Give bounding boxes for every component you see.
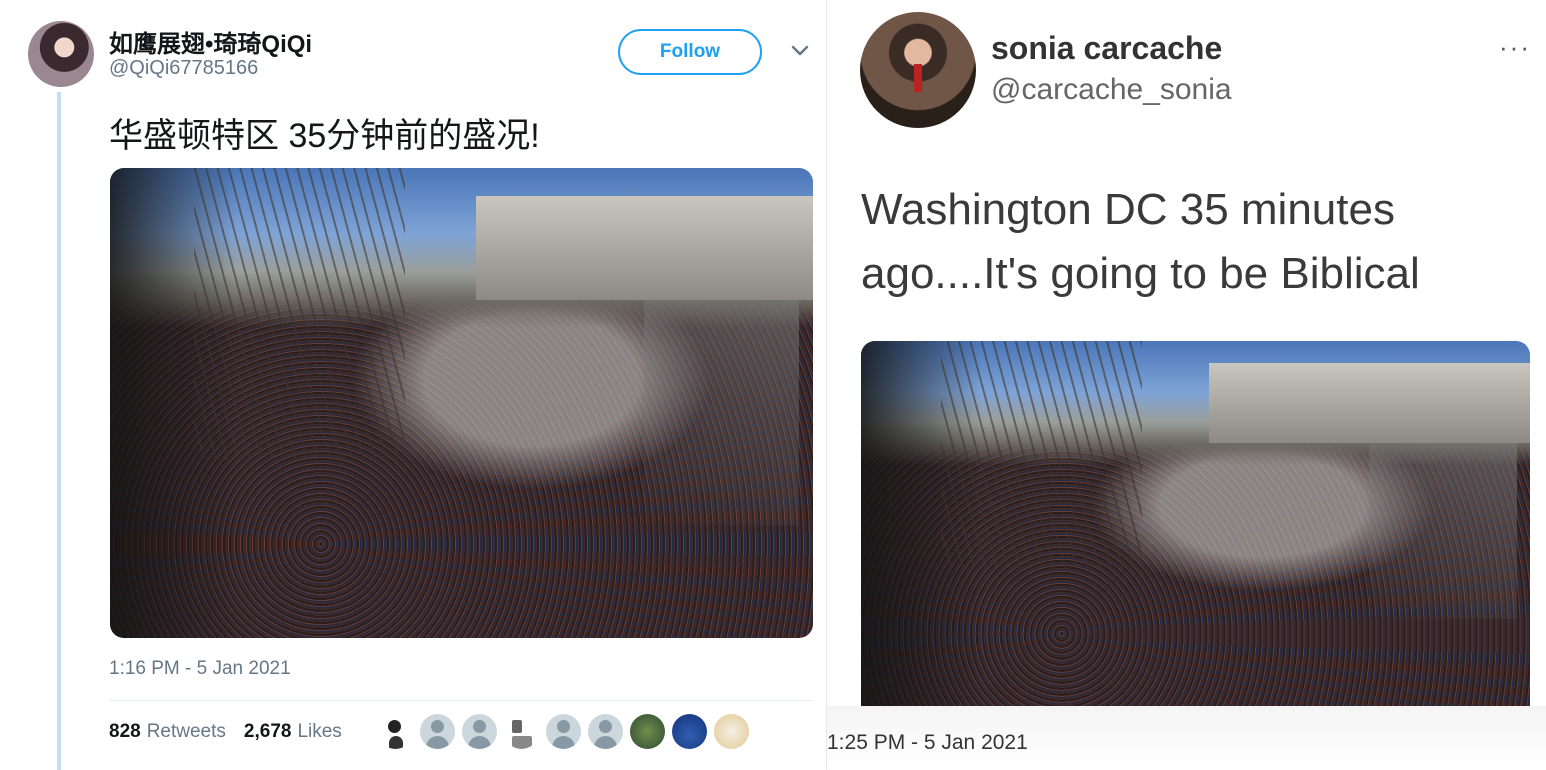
liker-avatar-default[interactable]	[588, 714, 623, 749]
retweet-count[interactable]: 828	[109, 721, 141, 743]
liker-avatar-default[interactable]	[546, 714, 581, 749]
author-name[interactable]: 如鹰展翅•琦琦QiQi	[109, 24, 312, 59]
divider	[109, 700, 813, 701]
photo-road	[1369, 443, 1517, 620]
liker-avatar-default[interactable]	[420, 714, 455, 749]
like-count[interactable]: 2,678	[244, 721, 292, 743]
liker-avatars	[378, 714, 749, 749]
more-options-icon[interactable]: ···	[1499, 32, 1531, 63]
tweet-timestamp[interactable]: 1:25 PM - 5 Jan 2021	[827, 731, 1028, 755]
photo-building	[1208, 362, 1530, 444]
tweet-timestamp[interactable]: 1:16 PM - 5 Jan 2021	[109, 658, 291, 680]
author-name[interactable]: sonia carcache	[991, 30, 1222, 67]
chevron-down-icon[interactable]	[790, 40, 810, 60]
liker-avatar[interactable]	[630, 714, 665, 749]
liker-avatar[interactable]	[378, 714, 413, 749]
photo-trees	[941, 341, 1142, 568]
right-tweet-card: sonia carcache @carcache_sonia ··· Washi…	[826, 0, 1546, 770]
photo-road	[644, 299, 799, 526]
follow-button[interactable]: Follow	[618, 29, 762, 75]
thread-line	[57, 92, 61, 770]
liker-avatar-default[interactable]	[462, 714, 497, 749]
tweet-photo[interactable]	[861, 341, 1530, 707]
author-handle[interactable]: @carcache_sonia	[991, 73, 1232, 107]
photo-trees	[194, 168, 406, 460]
retweet-label[interactable]: Retweets	[147, 721, 226, 743]
author-avatar[interactable]	[860, 12, 976, 128]
tweet-text: Washington DC 35 minutes ago....It's goi…	[861, 185, 1420, 298]
left-tweet-card: 如鹰展翅•琦琦QiQi @QiQi67785166 Follow 华盛顿特区 3…	[0, 0, 826, 770]
avatar-tie	[914, 64, 922, 92]
tweet-text: 华盛顿特区 35分钟前的盛况!	[109, 117, 540, 155]
liker-avatar[interactable]	[504, 714, 539, 749]
tweet-stats: 828 Retweets 2,678 Likes	[109, 721, 342, 743]
author-handle[interactable]: @QiQi67785166	[109, 57, 258, 80]
liker-avatar[interactable]	[672, 714, 707, 749]
author-avatar[interactable]	[28, 21, 94, 87]
photo-building	[475, 196, 813, 300]
tweet-photo[interactable]	[110, 168, 813, 638]
liker-avatar[interactable]	[714, 714, 749, 749]
like-label[interactable]: Likes	[297, 721, 341, 743]
